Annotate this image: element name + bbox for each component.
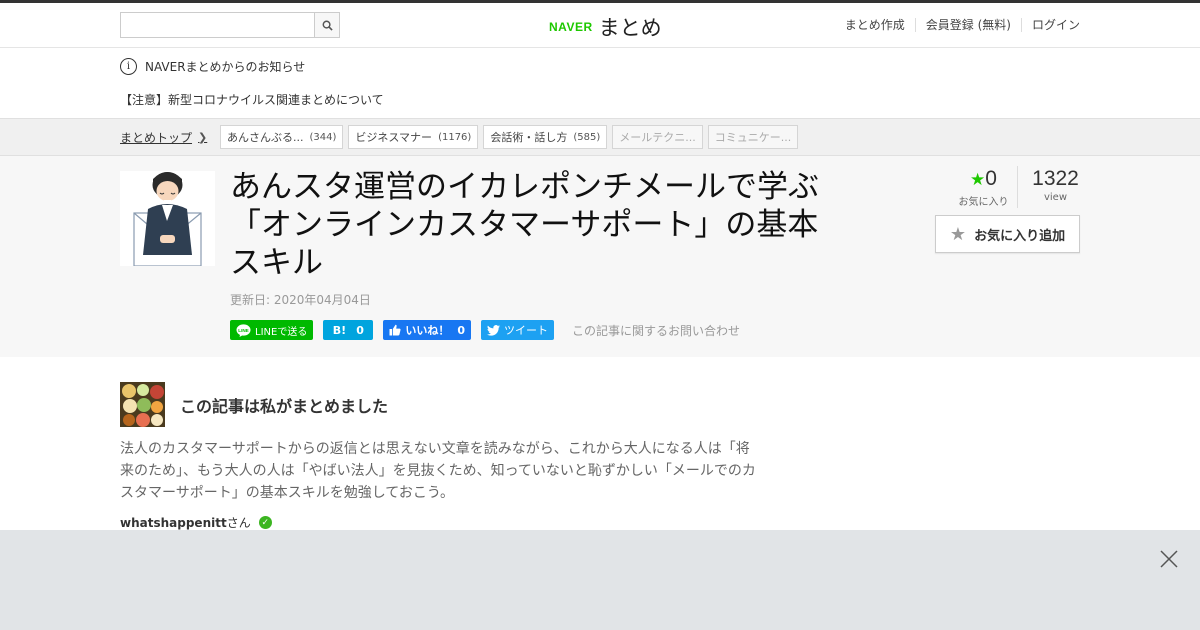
- article-header: あんスタ運営のイカレポンチメールで学ぶ「オンラインカスタマーサポート」の基本スキ…: [0, 156, 1200, 357]
- tag-label: ビジネスマナー: [355, 131, 433, 144]
- search-input[interactable]: [121, 13, 314, 37]
- thumbs-up-icon: [389, 324, 401, 336]
- notice-link[interactable]: 【注意】新型コロナウイルス関連まとめについて: [120, 91, 384, 108]
- author-heading-text: この記事は私がまとめました: [180, 396, 389, 416]
- share-buttons: LINE LINEで送る B! 0 いいね！ 0 ツイート この記事に関するお問…: [230, 320, 740, 340]
- tag-count: (1176): [438, 131, 472, 143]
- search-button[interactable]: [314, 13, 339, 37]
- notice-title: i NAVERまとめからのお知らせ: [120, 58, 305, 75]
- author-heading: この記事は私がまとめました: [120, 382, 388, 427]
- food-photo-avatar: [120, 382, 165, 427]
- favorites-count: 0: [985, 167, 997, 190]
- tag-count: (585): [573, 131, 601, 143]
- star-icon: ★: [949, 223, 967, 245]
- author-username[interactable]: whatshappenitt: [120, 516, 227, 530]
- logo-matome: まとめ: [598, 16, 662, 40]
- search-icon: [322, 20, 333, 31]
- chevron-right-icon: ❯: [198, 131, 208, 144]
- facebook-like-count: 0: [457, 323, 465, 337]
- add-favorite-button[interactable]: ★ お気に入り追加: [935, 215, 1080, 253]
- verified-check-icon: ✓: [258, 516, 272, 529]
- favorites-label: お気に入り: [958, 197, 1009, 208]
- category-tag[interactable]: コミュニケー...: [707, 125, 799, 149]
- breadcrumb: まとめトップ ❯ あんさんぶる... (344) ビジネスマナー (1176) 会話…: [0, 118, 1200, 156]
- facebook-like-button[interactable]: いいね！ 0: [383, 320, 471, 340]
- author-suffix: さん: [226, 516, 251, 530]
- create-matome-link[interactable]: まとめ作成: [835, 18, 915, 32]
- article-thumbnail: [120, 171, 215, 266]
- hatena-count: 0: [356, 323, 364, 337]
- tag-label: 会話術・話し方: [490, 131, 568, 144]
- login-link[interactable]: ログイン: [1020, 18, 1080, 32]
- site-logo[interactable]: NAVER まとめ: [549, 12, 662, 42]
- views-count: 1322: [1032, 167, 1079, 190]
- info-icon: i: [120, 58, 137, 75]
- line-icon: LINE: [236, 323, 251, 337]
- line-share-button[interactable]: LINE LINEで送る: [230, 320, 314, 340]
- hatena-icon: B!: [332, 323, 347, 337]
- ad-banner: [0, 530, 1200, 630]
- category-tag[interactable]: ビジネスマナー (1176): [348, 125, 479, 149]
- bowing-person-illustration: [120, 171, 215, 266]
- search-box: [120, 12, 340, 38]
- breadcrumb-home[interactable]: まとめトップ ❯: [120, 129, 207, 146]
- logo-naver: NAVER: [549, 20, 593, 34]
- category-tag[interactable]: メールテクニ...: [612, 125, 703, 149]
- author-name: whatshappenittさん ✓: [120, 514, 272, 531]
- green-star-icon: ★: [970, 170, 986, 189]
- updated-date: 更新日: 2020年04月04日: [230, 293, 371, 307]
- tag-label: あんさんぶる...: [227, 131, 304, 144]
- views-stat: 1322 view: [1018, 166, 1093, 208]
- avatar[interactable]: [120, 382, 165, 427]
- svg-text:LINE: LINE: [238, 328, 248, 333]
- notice-title-text: NAVERまとめからのお知らせ: [145, 60, 306, 74]
- line-share-label: LINEで送る: [255, 326, 308, 338]
- breadcrumb-home-label: まとめトップ: [120, 131, 193, 145]
- add-favorite-label: お気に入り追加: [974, 228, 1066, 244]
- page-title: あんスタ運営のイカレポンチメールで学ぶ「オンラインカスタマーサポート」の基本スキ…: [230, 169, 819, 281]
- hatena-bookmark-button[interactable]: B! 0: [323, 320, 374, 340]
- tag-count: (344): [309, 131, 337, 143]
- category-tag[interactable]: あんさんぶる... (344): [220, 125, 344, 149]
- favorites-stat: ★0 お気に入り: [950, 166, 1018, 208]
- inquiry-link[interactable]: この記事に関するお問い合わせ: [572, 322, 740, 339]
- tweet-label: ツイート: [503, 324, 548, 337]
- close-icon[interactable]: [1158, 548, 1180, 570]
- article-description: 法人のカスタマーサポートからの返信とは思えない文章を読みながら、これから大人にな…: [120, 441, 756, 501]
- tag-label: コミュニケー...: [714, 131, 792, 144]
- views-label: view: [1043, 192, 1068, 203]
- header-nav: まとめ作成 会員登録 (無料) ログイン: [835, 18, 1080, 32]
- register-link[interactable]: 会員登録 (無料): [914, 18, 1021, 32]
- site-header: NAVER まとめ まとめ作成 会員登録 (無料) ログイン: [0, 3, 1200, 48]
- category-tags: あんさんぶる... (344) ビジネスマナー (1176) 会話術・話し方 (585…: [220, 125, 799, 149]
- twitter-bird-icon: [486, 324, 500, 336]
- article-stats: ★0 お気に入り 1322 view: [950, 166, 1093, 208]
- tag-label: メールテクニ...: [619, 131, 696, 144]
- facebook-like-label: いいね！: [405, 324, 450, 337]
- tweet-button[interactable]: ツイート: [480, 320, 554, 340]
- notice-section: i NAVERまとめからのお知らせ 【注意】新型コロナウイルス関連まとめについて: [0, 48, 1200, 118]
- category-tag[interactable]: 会話術・話し方 (585): [483, 125, 608, 149]
